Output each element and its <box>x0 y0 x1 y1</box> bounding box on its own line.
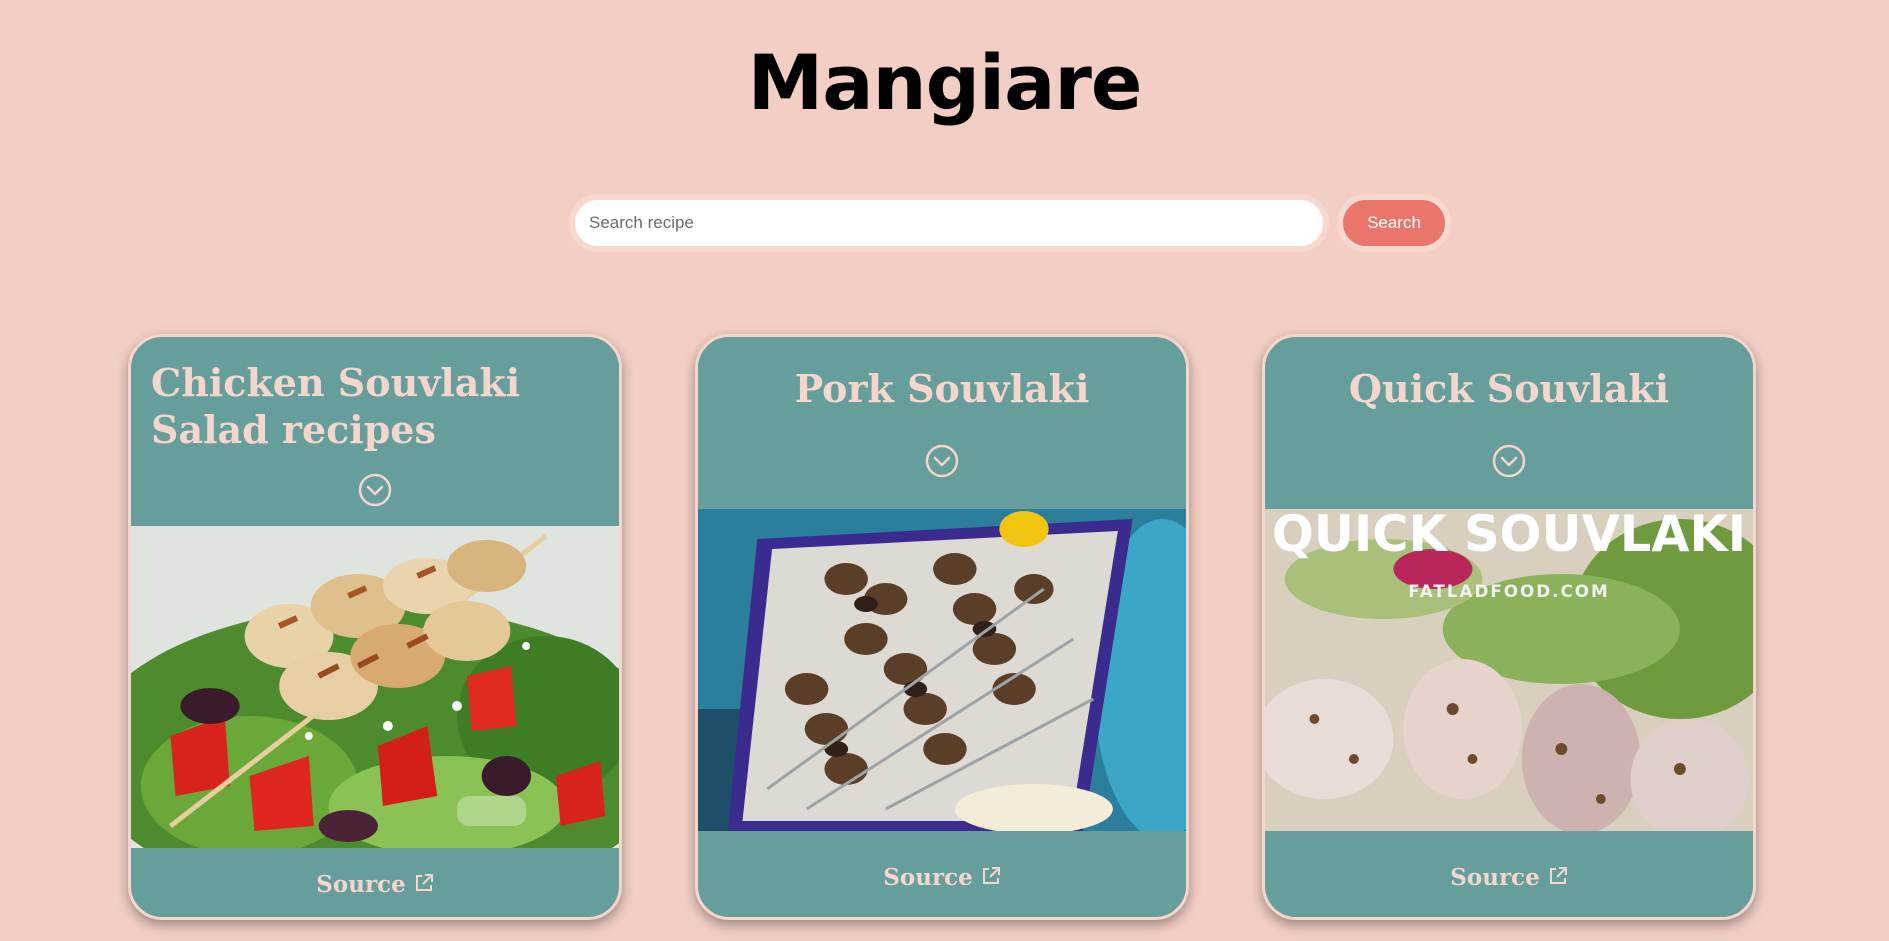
search-button[interactable]: Search <box>1337 194 1451 252</box>
image-subtext: FATLADFOOD.COM <box>1408 581 1609 601</box>
chevron-circle-down-icon[interactable] <box>358 473 392 507</box>
source-label: Source <box>1450 864 1540 891</box>
external-link-icon <box>415 874 433 891</box>
recipe-card: Chicken Souvlaki Salad recipes Source <box>128 334 622 920</box>
source-label: Source <box>316 871 406 898</box>
recipe-title: Pork Souvlaki <box>794 366 1090 411</box>
recipe-card: Quick Souvlaki QUICK SOUVLAKI FATLADFOOD… <box>1262 334 1756 920</box>
chevron-circle-down-icon[interactable] <box>1492 444 1526 478</box>
external-link-icon <box>982 867 1000 884</box>
recipe-title: Quick Souvlaki <box>1348 366 1670 411</box>
source-link[interactable]: Source <box>698 864 1186 891</box>
recipe-image <box>131 526 619 848</box>
recipe-image <box>698 509 1186 831</box>
site-logo: Mangiare <box>747 38 1143 127</box>
recipe-image: QUICK SOUVLAKI FATLADFOOD.COM <box>1265 509 1753 831</box>
source-label: Source <box>883 864 973 891</box>
source-link[interactable]: Source <box>131 871 619 898</box>
source-link[interactable]: Source <box>1265 864 1753 891</box>
chevron-circle-down-icon[interactable] <box>925 444 959 478</box>
search-bar <box>569 194 1329 252</box>
recipe-card: Pork Souvlaki Source <box>695 334 1189 920</box>
recipe-title: Chicken Souvlaki Salad recipes <box>151 360 521 452</box>
search-input[interactable] <box>569 194 1329 252</box>
image-title-text: QUICK SOUVLAKI <box>1272 509 1746 563</box>
external-link-icon <box>1549 867 1567 884</box>
